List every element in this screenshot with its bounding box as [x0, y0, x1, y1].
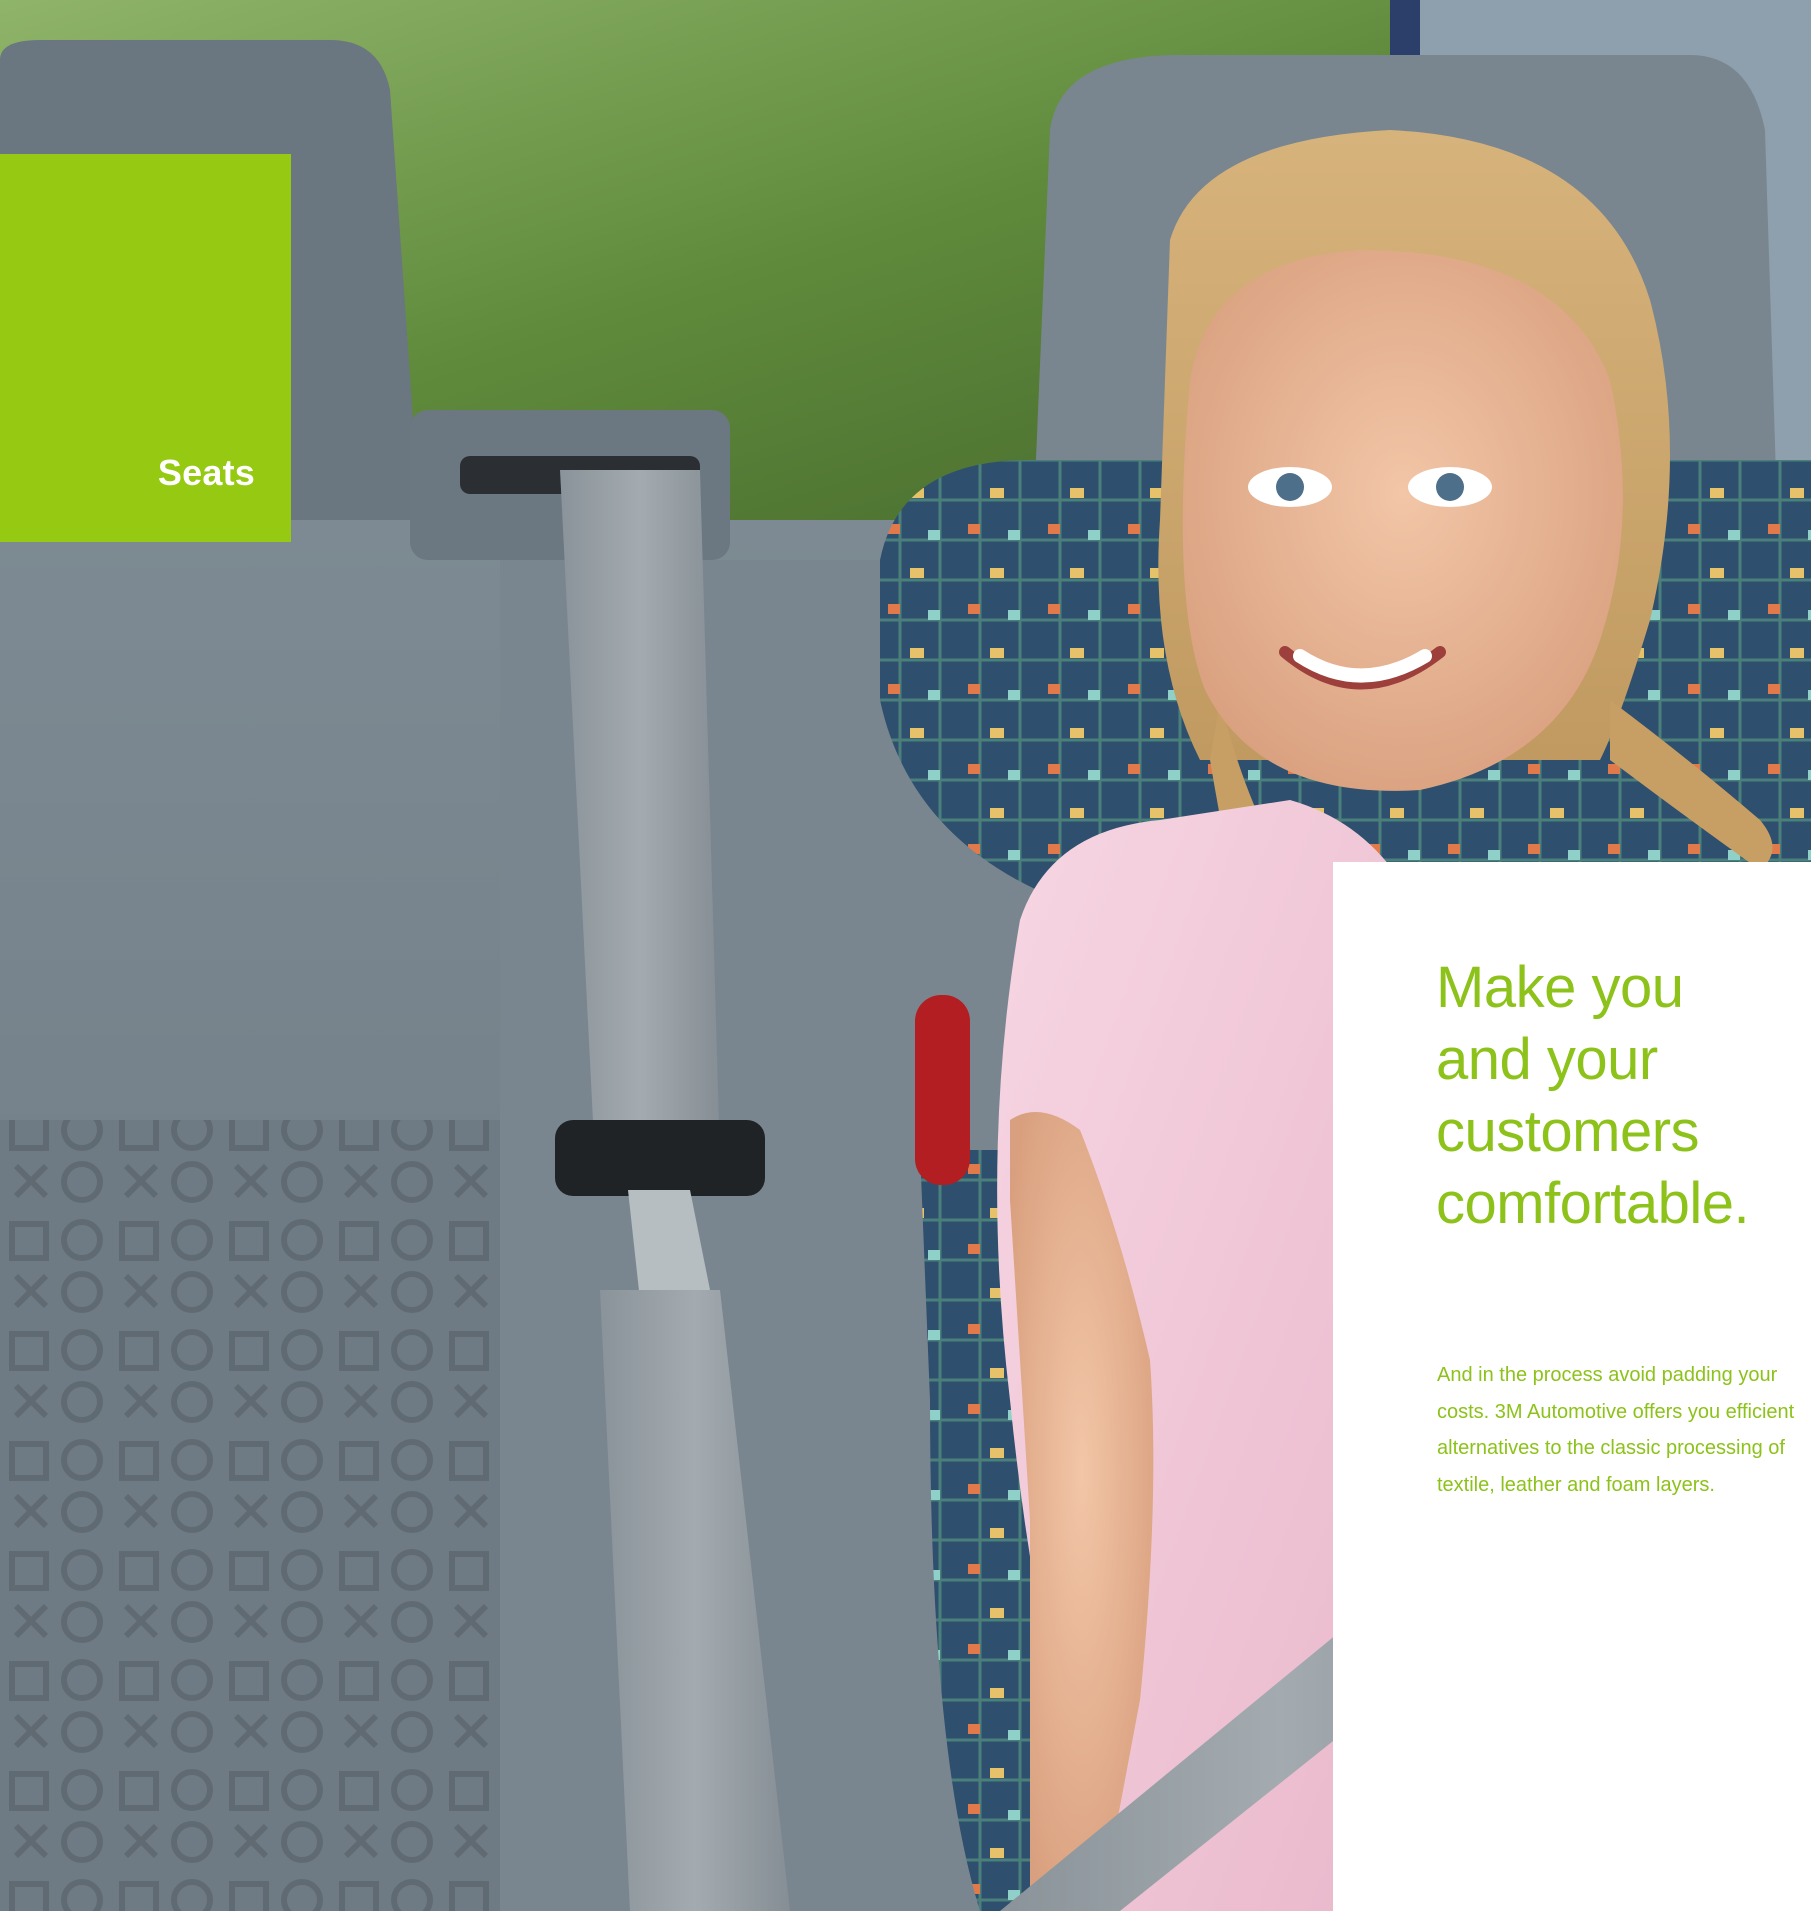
copy-panel: Make you and your customers comfortable.… — [1333, 862, 1811, 1911]
section-tab: Seats — [0, 154, 291, 542]
headline-line: Make you — [1436, 955, 1684, 1020]
section-title: Seats — [157, 452, 255, 493]
brochure-page: Seats Make you and your customers comfor… — [0, 0, 1811, 1911]
headline-line: and your — [1436, 1027, 1658, 1092]
headline-line: comfortable. — [1436, 1171, 1750, 1236]
body-paragraph: And in the process avoid padding your co… — [1437, 1364, 1795, 1496]
headline: Make you and your customers comfortable. — [1436, 952, 1796, 1240]
headline-line: customers — [1436, 1099, 1700, 1164]
